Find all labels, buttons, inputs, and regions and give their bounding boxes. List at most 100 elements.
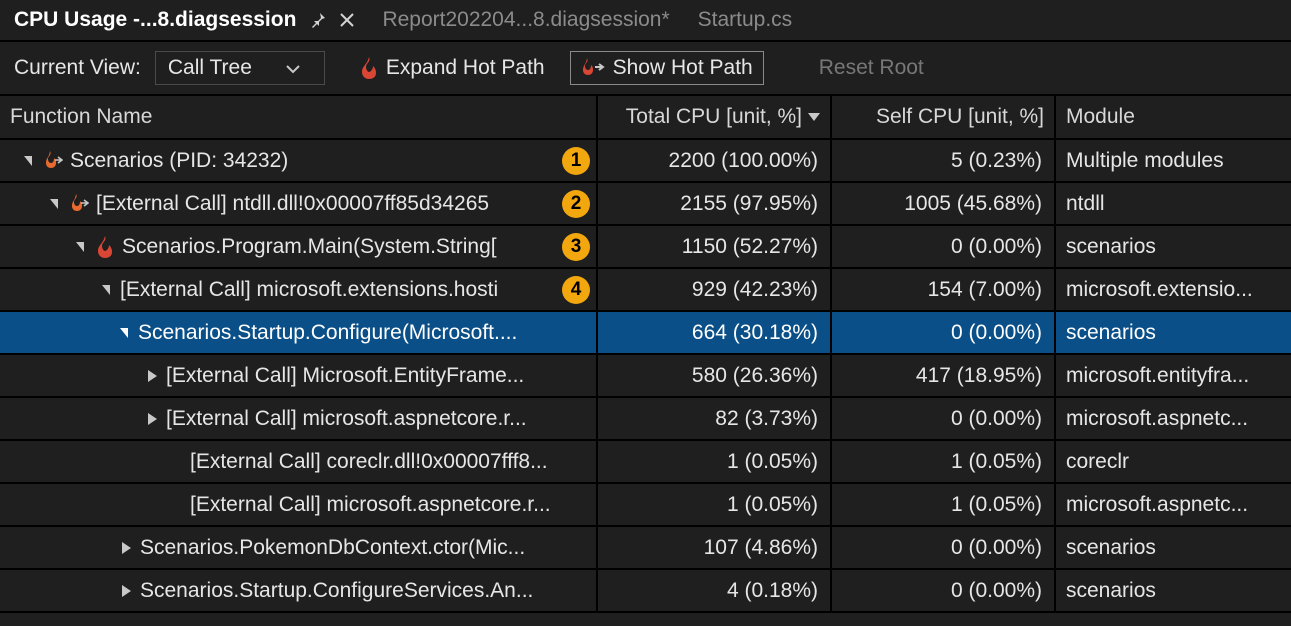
flame-hot-icon — [68, 194, 90, 214]
tree-expander[interactable] — [144, 368, 160, 384]
function-name-text: Scenarios (PID: 34232) — [70, 149, 288, 173]
close-icon[interactable] — [340, 13, 354, 27]
flame-icon — [360, 57, 378, 79]
cell-total-cpu: 1 (0.05%) — [598, 484, 832, 525]
tree-expander[interactable] — [168, 454, 184, 470]
cell-module: scenarios — [1056, 226, 1291, 267]
reset-root-label: Reset Root — [819, 56, 924, 80]
cell-function-name: [External Call] microsoft.extensions.hos… — [0, 269, 598, 310]
cell-total-cpu: 107 (4.86%) — [598, 527, 832, 568]
table-row[interactable]: Scenarios.Program.Main(System.String[ 3 11… — [0, 226, 1291, 269]
table-header: Function Name Total CPU [unit, %] Self C… — [0, 96, 1291, 140]
function-name-text: Scenarios.Startup.ConfigureServices.An..… — [140, 579, 533, 603]
cell-total-cpu: 664 (30.18%) — [598, 312, 832, 353]
tree-expander[interactable] — [20, 153, 36, 169]
function-name-text: [External Call] Microsoft.EntityFrame... — [166, 364, 524, 388]
cell-self-cpu: 0 (0.00%) — [832, 527, 1056, 568]
function-name-text: [External Call] coreclr.dll!0x00007fff8.… — [190, 450, 548, 474]
cell-self-cpu: 1 (0.05%) — [832, 441, 1056, 482]
table-row[interactable]: Scenarios.PokemonDbContext.ctor(Mic...10… — [0, 527, 1291, 570]
column-module[interactable]: Module — [1056, 96, 1291, 138]
cell-self-cpu: 0 (0.00%) — [832, 226, 1056, 267]
cell-function-name: [External Call] ntdll.dll!0x00007ff85d34… — [0, 183, 598, 224]
cell-total-cpu: 929 (42.23%) — [598, 269, 832, 310]
cell-total-cpu: 4 (0.18%) — [598, 570, 832, 611]
show-hot-path-label: Show Hot Path — [613, 56, 753, 80]
toolbar: Current View: Call Tree Expand Hot Path … — [0, 42, 1291, 96]
cell-module: Multiple modules — [1056, 140, 1291, 181]
view-select-value: Call Tree — [168, 56, 252, 80]
cell-total-cpu: 82 (3.73%) — [598, 398, 832, 439]
tab-label: CPU Usage -...8.diagsession — [14, 8, 296, 32]
tree-expander[interactable] — [118, 540, 134, 556]
tab-strip: CPU Usage -...8.diagsession Report202204… — [0, 0, 1291, 42]
cell-function-name: Scenarios.Startup.Configure(Microsoft...… — [0, 312, 598, 353]
flame-arrow-icon — [581, 58, 605, 78]
pin-icon[interactable] — [310, 12, 326, 28]
cell-module: scenarios — [1056, 570, 1291, 611]
cell-function-name: Scenarios (PID: 34232)1 — [0, 140, 598, 181]
cell-total-cpu: 1150 (52.27%) — [598, 226, 832, 267]
cell-function-name: [External Call] microsoft.aspnetcore.r..… — [0, 484, 598, 525]
tree-expander[interactable] — [116, 325, 132, 341]
cell-function-name: [External Call] Microsoft.EntityFrame... — [0, 355, 598, 396]
table-row[interactable]: [External Call] microsoft.aspnetcore.r..… — [0, 484, 1291, 527]
cell-module: ntdll — [1056, 183, 1291, 224]
function-name-text: [External Call] microsoft.aspnetcore.r..… — [190, 493, 551, 517]
tab-report[interactable]: Report202204...8.diagsession* — [368, 0, 683, 40]
flame-hot-icon — [42, 151, 64, 171]
callout-badge: 2 — [562, 190, 590, 218]
tab-cpu-usage[interactable]: CPU Usage -...8.diagsession — [0, 0, 368, 40]
cell-self-cpu: 1 (0.05%) — [832, 484, 1056, 525]
cell-function-name: [External Call] coreclr.dll!0x00007fff8.… — [0, 441, 598, 482]
callout-badge: 4 — [562, 276, 590, 304]
table-row[interactable]: [External Call] microsoft.extensions.hos… — [0, 269, 1291, 312]
flame-red-icon — [94, 236, 116, 258]
cell-function-name: Scenarios.PokemonDbContext.ctor(Mic... — [0, 527, 598, 568]
cell-function-name: [External Call] microsoft.aspnetcore.r..… — [0, 398, 598, 439]
cell-function-name: Scenarios.Startup.ConfigureServices.An..… — [0, 570, 598, 611]
column-function-name[interactable]: Function Name — [0, 96, 598, 138]
tree-expander[interactable] — [98, 282, 114, 298]
tab-startup[interactable]: Startup.cs — [684, 0, 807, 40]
tree-expander[interactable] — [168, 497, 184, 513]
expand-hot-path-label: Expand Hot Path — [386, 56, 545, 80]
cell-total-cpu: 2200 (100.00%) — [598, 140, 832, 181]
view-select[interactable]: Call Tree — [155, 51, 325, 85]
cell-total-cpu: 1 (0.05%) — [598, 441, 832, 482]
tab-label: Report202204...8.diagsession* — [382, 8, 669, 32]
table-row[interactable]: Scenarios.Startup.Configure(Microsoft...… — [0, 312, 1291, 355]
cell-self-cpu: 154 (7.00%) — [832, 269, 1056, 310]
cell-module: coreclr — [1056, 441, 1291, 482]
show-hot-path-button[interactable]: Show Hot Path — [570, 51, 764, 85]
table-row[interactable]: [External Call] microsoft.aspnetcore.r..… — [0, 398, 1291, 441]
table-row[interactable]: Scenarios (PID: 34232)12200 (100.00%)5 (… — [0, 140, 1291, 183]
expand-hot-path-button[interactable]: Expand Hot Path — [349, 51, 556, 85]
cell-self-cpu: 417 (18.95%) — [832, 355, 1056, 396]
cell-module: microsoft.aspnetc... — [1056, 484, 1291, 525]
table-row[interactable]: [External Call] ntdll.dll!0x00007ff85d34… — [0, 183, 1291, 226]
table-row[interactable]: [External Call] Microsoft.EntityFrame...… — [0, 355, 1291, 398]
tree-expander[interactable] — [144, 411, 160, 427]
table-row[interactable]: Scenarios.Startup.ConfigureServices.An..… — [0, 570, 1291, 613]
function-name-text: Scenarios.Program.Main(System.String[ — [122, 235, 497, 259]
call-tree-body: Scenarios (PID: 34232)12200 (100.00%)5 (… — [0, 140, 1291, 613]
function-name-text: [External Call] microsoft.aspnetcore.r..… — [166, 407, 527, 431]
cell-self-cpu: 0 (0.00%) — [832, 398, 1056, 439]
cell-module: scenarios — [1056, 527, 1291, 568]
function-name-text: [External Call] ntdll.dll!0x00007ff85d34… — [96, 192, 489, 216]
tree-expander[interactable] — [118, 583, 134, 599]
cell-module: scenarios — [1056, 312, 1291, 353]
tree-expander[interactable] — [46, 196, 62, 212]
cell-module: microsoft.aspnetc... — [1056, 398, 1291, 439]
table-row[interactable]: [External Call] coreclr.dll!0x00007fff8.… — [0, 441, 1291, 484]
callout-badge: 3 — [562, 233, 590, 261]
sort-desc-icon — [808, 113, 820, 121]
column-total-cpu[interactable]: Total CPU [unit, %] — [598, 96, 832, 138]
column-self-cpu[interactable]: Self CPU [unit, %] — [832, 96, 1056, 138]
reset-root-button[interactable]: Reset Root — [808, 51, 935, 85]
chevron-down-icon — [286, 56, 300, 80]
tree-expander[interactable] — [72, 239, 88, 255]
current-view-label: Current View: — [14, 56, 141, 80]
cell-self-cpu: 5 (0.23%) — [832, 140, 1056, 181]
